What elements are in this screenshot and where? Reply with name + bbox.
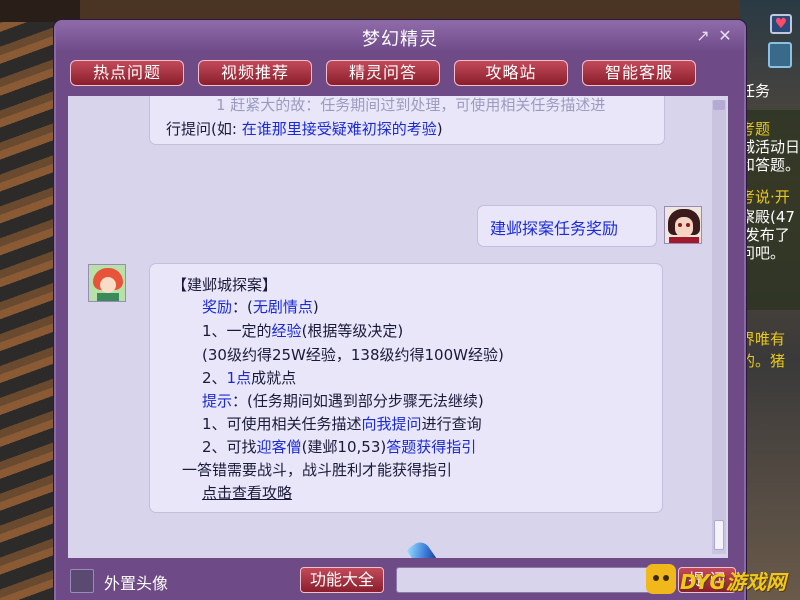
scroll-thumb[interactable]: [714, 520, 724, 550]
tab-smart-service[interactable]: 智能客服: [582, 60, 696, 86]
tab-guide-site[interactable]: 攻略站: [454, 60, 568, 86]
window-title: 梦幻精灵: [362, 29, 438, 50]
crystal-cursor-icon: [406, 538, 438, 558]
answer-line: 1、可使用相关任务描述向我提问进行查询: [202, 413, 482, 434]
answer-text: ): [312, 298, 319, 316]
bot-answer: 【建邺城探案】 奖励：(无剧情点) 1、一定的经验(根据等级决定) (30级约得…: [150, 264, 662, 512]
question-input[interactable]: [396, 567, 672, 593]
scroll-up-arrow[interactable]: [713, 100, 725, 110]
chat-scrollbar[interactable]: [712, 100, 726, 554]
bottom-bar: 外置头像 功能大全 提 问: [56, 560, 744, 600]
answer-text: 1、可使用相关任务描述: [202, 415, 362, 433]
bot-message-previous: 1 赶紧大的故：任务期间过到处理，可使用相关任务描述进 行提问(如: 在谁那里接…: [150, 96, 664, 144]
message-text: ): [436, 120, 443, 138]
heart-icon[interactable]: ♥: [770, 14, 792, 34]
site-watermark: DYG游戏网: [646, 562, 796, 596]
answer-text: 2、: [202, 369, 227, 387]
answer-text: ：(: [232, 298, 253, 316]
example-question-link[interactable]: 在谁那里接受疑难初探的考验: [242, 120, 437, 138]
window-titlebar[interactable]: 梦幻精灵 ↗ ✕: [56, 22, 744, 52]
background-chat-line: 和答题。: [740, 156, 798, 174]
answer-text: 2、可找: [202, 438, 257, 456]
gamepad-logo-icon: [646, 564, 676, 594]
background-chat-line: 界唯有: [740, 330, 786, 348]
background-chat-line: 问吧。: [740, 244, 786, 262]
user-question-text: 建邺探案任务奖励: [490, 219, 619, 238]
background-left-scenery: [0, 0, 60, 600]
tip-label: 提示: [202, 392, 233, 410]
watermark-text: DYG游戏网: [680, 570, 786, 594]
external-avatar-checkbox[interactable]: [70, 569, 94, 593]
restore-icon[interactable]: ↗: [694, 27, 712, 45]
answer-text: ：(任务期间如遇到部分步骤无法继续): [232, 392, 484, 410]
answer-highlight: 经验: [271, 322, 302, 340]
tab-hot-questions[interactable]: 热点问题: [70, 60, 184, 86]
answer-line: 2、1点成就点: [202, 367, 296, 388]
spirit-avatar: [88, 264, 126, 302]
answer-text: 进行查询: [421, 415, 482, 433]
tab-bar: 热点问题 视频推荐 精灵问答 攻略站 智能客服: [70, 60, 730, 88]
inventory-icon[interactable]: [768, 42, 792, 68]
external-avatar-label: 外置头像: [104, 574, 169, 593]
answer-line: 一答错需要战斗，战斗胜利才能获得指引: [182, 461, 453, 479]
reward-note: 无剧情点: [252, 298, 313, 316]
answer-line: 2、可找迎客僧(建邺10,53)答题获得指引: [202, 436, 476, 457]
user-avatar: [664, 206, 702, 244]
spirit-window: 梦幻精灵 ↗ ✕ 热点问题 视频推荐 精灵问答 攻略站 智能客服 1 赶紧大的故…: [54, 20, 746, 600]
message-text: 行提问(如:: [166, 120, 242, 138]
ask-me-link[interactable]: 向我提问: [362, 415, 422, 433]
answer-highlight: 答题获得指引: [386, 438, 477, 456]
guide-link[interactable]: 点击查看攻略: [202, 482, 292, 503]
tab-video-recommend[interactable]: 视频推荐: [198, 60, 312, 86]
tab-spirit-qa[interactable]: 精灵问答: [326, 60, 440, 86]
npc-link[interactable]: 迎客僧: [257, 438, 302, 456]
answer-line: 奖励：(无剧情点): [202, 296, 319, 317]
features-button[interactable]: 功能大全: [300, 567, 384, 593]
answer-text: 成就点: [251, 369, 297, 387]
background-chat-line: 的。猪: [740, 352, 786, 370]
chat-area[interactable]: 1 赶紧大的故：任务期间过到处理，可使用相关任务描述进 行提问(如: 在谁那里接…: [68, 96, 728, 558]
background-left-toolbar: [0, 0, 80, 22]
background-chat-line: 考说·开: [740, 188, 790, 206]
user-message: 建邺探案任务奖励: [478, 206, 656, 246]
answer-text: (根据等级决定): [301, 322, 404, 340]
answer-text: (建邺10,53): [301, 438, 387, 456]
answer-line: 提示：(任务期间如遇到部分步骤无法继续): [202, 390, 484, 411]
background-chat-line: 任务: [740, 82, 771, 100]
answer-text: 1、一定的: [202, 322, 272, 340]
answer-heading: 【建邺城探案】: [172, 276, 278, 294]
reward-label: 奖励: [202, 298, 233, 316]
message-line: 1 赶紧大的故：任务期间过到处理，可使用相关任务描述进: [216, 96, 606, 114]
message-line: 行提问(如: 在谁那里接受疑难初探的考验): [166, 118, 443, 139]
answer-line: (30级约得25W经验，138级约得100W经验): [202, 346, 504, 364]
answer-highlight: 1点: [226, 369, 252, 387]
close-icon[interactable]: ✕: [716, 27, 734, 45]
answer-line: 1、一定的经验(根据等级决定): [202, 320, 403, 341]
